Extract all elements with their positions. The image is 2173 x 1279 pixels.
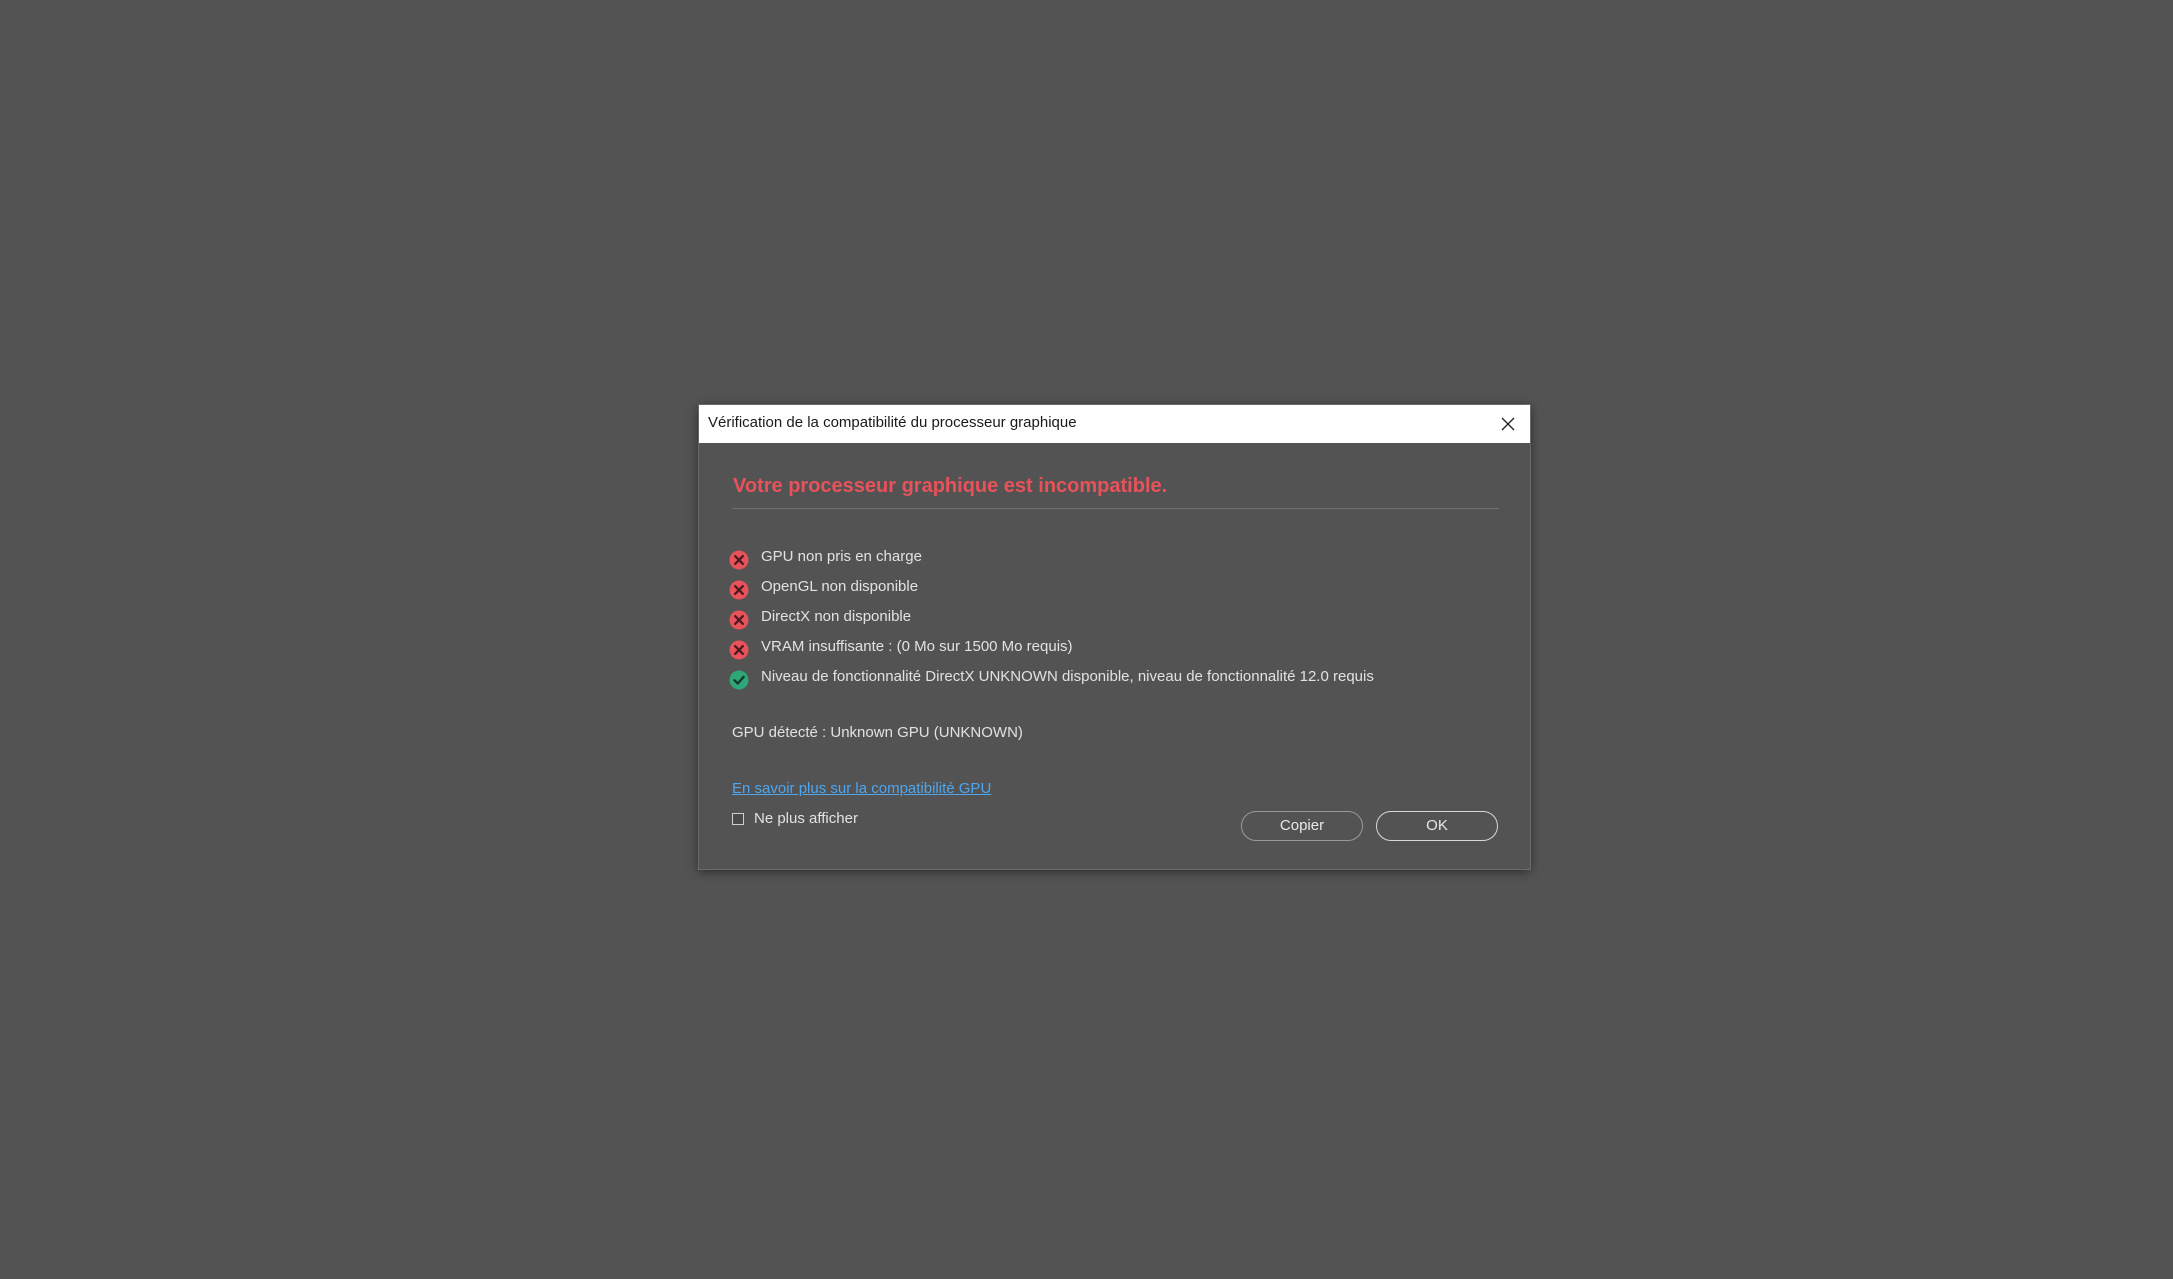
learn-more-link[interactable]: En savoir plus sur la compatibilité GPU — [732, 780, 991, 797]
error-circle-icon — [729, 550, 749, 570]
check-text: DirectX non disponible — [761, 608, 912, 625]
close-icon — [1501, 417, 1515, 431]
error-circle-icon — [729, 580, 749, 600]
checkbox-label: Ne plus afficher — [754, 810, 858, 827]
dialog-title: Vérification de la compatibilité du proc… — [708, 414, 1077, 431]
copy-button[interactable]: Copier — [1241, 811, 1363, 841]
ok-button[interactable]: OK — [1376, 811, 1498, 841]
check-text: Niveau de fonctionnalité DirectX UNKNOWN… — [761, 668, 1374, 685]
error-circle-icon — [729, 640, 749, 660]
check-text: GPU non pris en charge — [761, 548, 922, 565]
close-button[interactable] — [1486, 405, 1530, 443]
check-text: VRAM insuffisante : (0 Mo sur 1500 Mo re… — [761, 638, 1073, 655]
gpu-compatibility-dialog: Vérification de la compatibilité du proc… — [699, 405, 1530, 869]
divider — [732, 508, 1499, 509]
check-text: OpenGL non disponible — [761, 578, 919, 595]
dialog-title-bar: Vérification de la compatibilité du proc… — [699, 405, 1530, 443]
gpu-detected-text: GPU détecté : Unknown GPU (UNKNOWN) — [732, 724, 1023, 741]
checkbox-box[interactable] — [732, 813, 744, 825]
success-check-icon — [729, 670, 749, 690]
incompatible-headline: Votre processeur graphique est incompati… — [733, 475, 1168, 497]
error-circle-icon — [729, 610, 749, 630]
